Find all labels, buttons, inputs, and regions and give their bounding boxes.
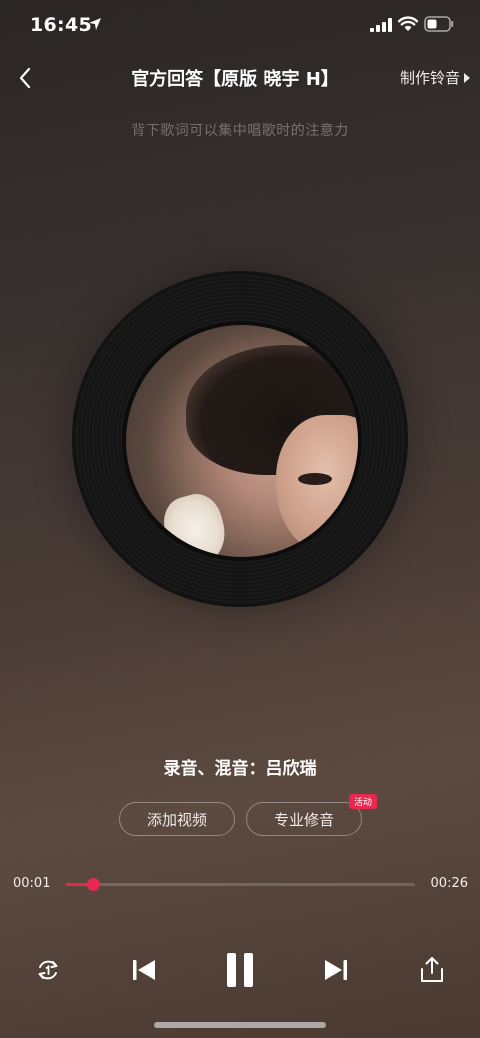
cellular-signal-icon [370,18,392,32]
playback-controls [0,944,480,996]
wifi-icon [398,16,418,31]
cover-art-earring [157,488,233,557]
make-ringtone-label: 制作铃音 [399,69,460,87]
next-button[interactable] [316,950,356,990]
skip-next-icon [325,960,347,980]
pro-edit-label: 专业修音 [273,810,334,829]
make-ringtone-button[interactable]: 制作铃音 [400,67,470,88]
loop-once-button[interactable] [28,950,68,990]
event-badge: 活动 [348,794,377,809]
pause-icon [227,953,253,987]
share-button[interactable] [412,950,452,990]
current-time: 00:01 [13,876,51,891]
pro-edit-button[interactable]: 专业修音 活动 [246,794,377,836]
share-icon [421,957,443,982]
top-navigation: 官方回答【原版 晓宇 H】 制作铃音 [0,56,480,100]
lyrics-hint: 背下歌词可以集中唱歌时的注意力 [131,123,349,139]
progress-knob[interactable] [87,878,101,891]
repeat-one-icon [38,960,58,980]
playback-progress: 00:01 00:26 [0,872,480,896]
vinyl-record [72,271,408,607]
progress-track[interactable] [66,878,415,891]
previous-button[interactable] [124,950,164,990]
chevron-left-icon [19,67,31,89]
vinyl-disc[interactable] [72,271,408,607]
credit-line: 录音、混音：吕欣瑞 [163,759,317,779]
cover-art-face [276,415,358,555]
play-triangle-icon [464,72,470,83]
add-video-button[interactable]: 添加视频 [119,802,235,836]
add-video-label: 添加视频 [146,810,207,829]
song-title: 官方回答【原版 晓宇 H】 [131,69,339,90]
status-time: 16:45 [30,14,92,36]
skip-previous-icon [133,960,155,980]
cover-art-eye [298,473,332,485]
album-cover [122,321,362,561]
status-bar: 16:45 [0,0,480,54]
home-indicator[interactable] [154,1022,326,1028]
back-button[interactable] [12,64,40,92]
total-time: 00:26 [430,876,468,891]
location-arrow-icon [89,18,101,30]
battery-icon [424,16,454,32]
pause-button[interactable] [220,950,260,990]
